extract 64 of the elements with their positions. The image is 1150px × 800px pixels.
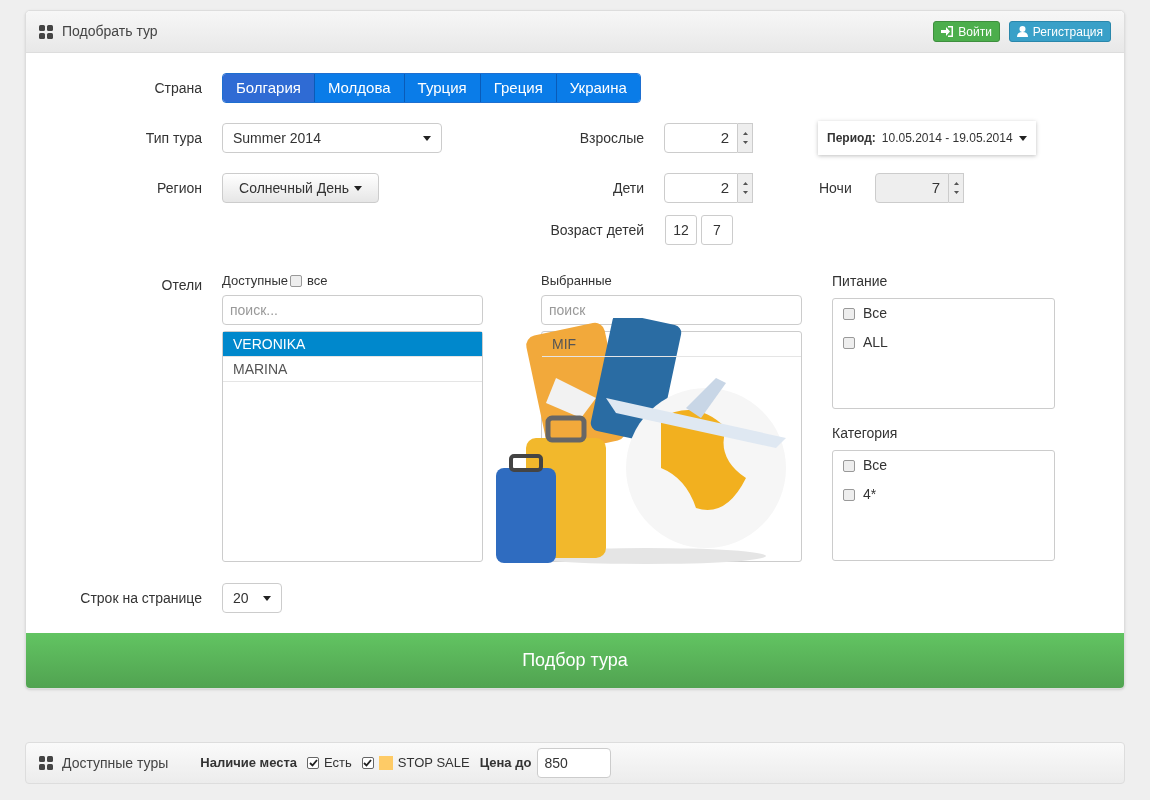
user-icon [1016,26,1028,37]
grid-icon [39,756,53,770]
filter-checkbox[interactable] [361,757,374,769]
number-field[interactable]: 2 [664,173,738,203]
country-tab[interactable]: Турция [404,74,481,102]
panel-title: Доступные туры [62,753,169,773]
caret-icon [423,135,431,141]
caret-icon [1018,135,1027,141]
country-tab[interactable]: Греция [480,74,557,102]
hotel-list-item[interactable]: MIF [542,332,587,356]
list-label: Выбранные [541,272,612,291]
group-label: Питание [832,272,889,291]
checkbox-label: все [307,272,328,291]
field-label: Тип тура [145,129,202,146]
search-field[interactable]: поиск... [222,295,483,325]
panel-title: Подобрать тур [62,22,158,41]
age-field[interactable]: 7 [701,215,733,245]
stepper-arrows[interactable] [949,173,964,203]
rows-select[interactable]: 20 [222,583,282,613]
region-dropdown[interactable]: Солнечный День [222,173,379,203]
field-label: Регион [157,179,202,196]
search-field[interactable]: поиск [541,295,802,325]
checkbox-label: Все [863,304,888,323]
country-tab[interactable]: Молдова [314,74,405,102]
field-label: Дети [612,179,644,196]
option-checkbox[interactable] [843,488,855,501]
caret-icon [263,595,271,601]
list-label: Доступные [222,272,289,291]
hotel-list-item[interactable]: MARINA [223,357,482,381]
select-all-checkbox[interactable] [290,275,303,287]
country-tab[interactable]: Украина [556,74,640,102]
filter-checkbox[interactable] [307,757,320,769]
grid-icon [39,24,53,39]
price-label: Цена до [479,754,532,773]
checkbox-label: 4* [863,485,877,504]
field-label: Возраст детей [550,221,644,238]
price-field[interactable]: 850 [537,748,612,778]
availability-label: Наличие места [200,754,298,773]
stepper-arrows[interactable] [738,173,753,203]
country-tab[interactable]: Болгария [223,74,315,102]
number-field[interactable]: 2 [664,123,738,153]
group-label: Категория [832,424,899,443]
option-checkbox[interactable] [843,459,855,472]
age-field[interactable]: 12 [665,215,697,245]
period-dropdown[interactable]: Период: 10.05.2014 - 19.05.2014 [818,121,1036,155]
option-checkbox[interactable] [843,336,855,349]
option-checkbox[interactable] [843,307,855,320]
checkbox-label: Все [863,456,888,475]
field-label: Страна [154,79,202,96]
hotel-list-item[interactable]: VERONIKA [223,332,482,356]
checkbox-label: Есть [324,754,352,773]
register-button[interactable]: Регистрация [1008,21,1111,42]
submit-button[interactable]: Подбор тура [26,633,1124,688]
checkbox-label: ALL [863,333,888,352]
tour-type-select[interactable]: Summer 2014 [222,123,442,153]
sign-in-icon [941,26,954,37]
field-label: Ночи [819,179,852,196]
login-button[interactable]: Войти [933,21,1000,42]
checkbox-label: STOP SALE [397,754,470,773]
caret-icon [353,185,362,191]
field-label: Отели [161,277,202,293]
stepper-arrows[interactable] [738,123,753,153]
field-label: Взрослые [579,129,644,146]
field-label: Строк на странице [80,589,202,606]
